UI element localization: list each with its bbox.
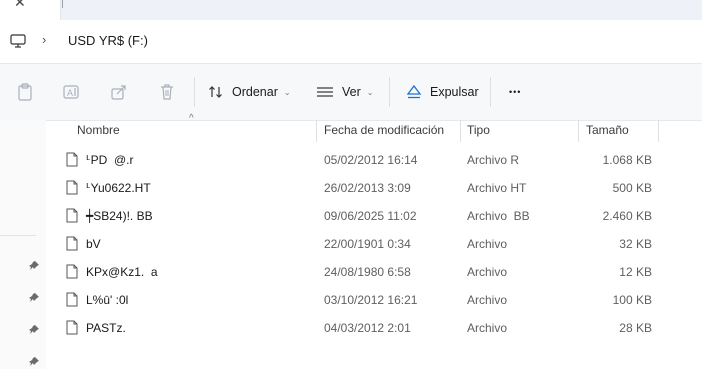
file-row[interactable]: KPx@Kz1. a 24/08/1980 6:58 Archivo 12 KB — [46, 258, 702, 286]
file-row[interactable]: L%ū' :0l 03/10/2012 16:21 Archivo 100 KB — [46, 286, 702, 314]
column-divider[interactable] — [658, 120, 659, 142]
file-size: 100 KB — [612, 293, 652, 307]
share-icon — [110, 83, 128, 101]
delete-button[interactable] — [158, 64, 176, 120]
pin-icon[interactable] — [28, 260, 40, 275]
chevron-down-icon: ⌄ — [283, 87, 291, 97]
file-type: Archivo — [467, 321, 508, 335]
eject-button[interactable]: Expulsar — [406, 64, 479, 120]
file-row[interactable]: bV 22/00/1901 0:34 Archivo 32 KB — [46, 230, 702, 258]
file-name: ᒻYu0622.HT — [86, 181, 151, 195]
file-name: ᒻPD @.r — [86, 153, 134, 167]
nav-divider — [0, 235, 36, 236]
file-name: ┿SB24)!. BB — [86, 209, 153, 223]
column-name[interactable]: Nombre — [77, 123, 120, 137]
file-size: 32 KB — [619, 237, 652, 251]
file-date: 26/02/2013 3:09 — [324, 181, 411, 195]
file-row[interactable]: ᒻYu0622.HT 26/02/2013 3:09 Archivo HT 500 K… — [46, 174, 702, 202]
eject-label: Expulsar — [430, 85, 479, 99]
column-date[interactable]: Fecha de modificación — [324, 123, 444, 137]
share-button[interactable] — [110, 64, 128, 120]
toolbar-separator — [194, 77, 195, 107]
file-icon — [66, 236, 78, 254]
file-date: 03/10/2012 16:21 — [324, 293, 418, 307]
breadcrumb-chevron-icon[interactable]: › — [42, 32, 46, 47]
navigation-pane — [0, 120, 46, 369]
sort-label: Ordenar — [232, 85, 278, 99]
paste-button[interactable] — [16, 64, 34, 120]
svg-text:A: A — [67, 88, 73, 98]
file-size: 2.460 KB — [602, 209, 652, 223]
pin-icon[interactable] — [28, 292, 40, 307]
file-icon — [66, 320, 78, 338]
column-divider[interactable] — [460, 120, 461, 142]
command-bar: A Ordenar ⌄ Ver ⌄ Expulsar ••• — [0, 63, 702, 121]
column-divider[interactable] — [316, 120, 317, 142]
sort-ascending-icon: ^ — [189, 113, 194, 124]
file-type: Archivo HT — [467, 181, 527, 195]
toolbar-separator — [490, 77, 491, 107]
file-date: 09/06/2025 11:02 — [324, 209, 417, 223]
tab-divider — [62, 0, 63, 8]
file-row[interactable]: ┿SB24)!. BB 09/06/2025 11:02 Archivo BB 2.4… — [46, 202, 702, 230]
file-type: Archivo — [467, 265, 508, 279]
column-size[interactable]: Tamaño — [586, 123, 629, 137]
file-date: 22/00/1901 0:34 — [324, 237, 411, 251]
pin-icon[interactable] — [28, 324, 40, 339]
column-type[interactable]: Tipo — [467, 123, 490, 137]
close-icon[interactable]: ✕ — [14, 0, 26, 11]
file-type: Archivo — [467, 293, 508, 307]
file-icon — [66, 152, 78, 170]
file-size: 12 KB — [619, 265, 652, 279]
file-name: bV — [86, 237, 101, 251]
file-icon — [66, 292, 78, 310]
file-row[interactable]: ᒻPD @.r 05/02/2012 16:14 Archivo R 1.068 KB — [46, 146, 702, 174]
view-label: Ver — [342, 85, 361, 99]
chevron-down-icon: ⌄ — [366, 87, 374, 97]
sort-button[interactable]: Ordenar ⌄ — [208, 64, 291, 120]
file-date: 04/03/2012 2:01 — [324, 321, 411, 335]
file-type: Archivo R — [467, 153, 520, 167]
column-divider[interactable] — [578, 120, 579, 142]
file-size: 1.068 KB — [602, 153, 652, 167]
file-size: 500 KB — [612, 181, 652, 195]
view-list-icon — [316, 85, 334, 99]
file-type: Archivo — [467, 237, 508, 251]
tab-strip: ✕ — [0, 0, 702, 20]
more-icon: ••• — [509, 87, 522, 97]
file-icon — [66, 208, 78, 226]
active-tab[interactable]: ✕ — [0, 0, 61, 20]
file-date: 24/08/1980 6:58 — [324, 265, 411, 279]
eject-icon — [406, 84, 422, 100]
view-button[interactable]: Ver ⌄ — [316, 64, 373, 120]
trash-icon — [158, 83, 176, 101]
file-size: 28 KB — [619, 321, 652, 335]
file-icon — [66, 264, 78, 282]
file-name: L%ū' :0l — [86, 293, 129, 307]
paste-icon — [16, 83, 34, 101]
breadcrumb-drive[interactable]: USD YR$ (F:) — [68, 33, 148, 48]
file-name: KPx@Kz1. a — [86, 265, 158, 279]
file-icon — [66, 180, 78, 198]
this-pc-icon[interactable] — [10, 34, 26, 51]
more-options-button[interactable]: ••• — [509, 64, 521, 120]
file-name: PASTz. — [86, 321, 126, 335]
file-type: Archivo BB — [467, 209, 530, 223]
file-row[interactable]: PASTz. 04/03/2012 2:01 Archivo 28 KB — [46, 314, 702, 342]
address-bar: › USD YR$ (F:) — [0, 20, 702, 63]
rename-icon: A — [62, 83, 80, 101]
rename-button[interactable]: A — [62, 64, 80, 120]
file-date: 05/02/2012 16:14 — [324, 153, 418, 167]
column-header: ^ Nombre Fecha de modificación Tipo Tama… — [46, 113, 702, 142]
toolbar-separator — [389, 77, 390, 107]
sort-icon — [208, 84, 224, 100]
